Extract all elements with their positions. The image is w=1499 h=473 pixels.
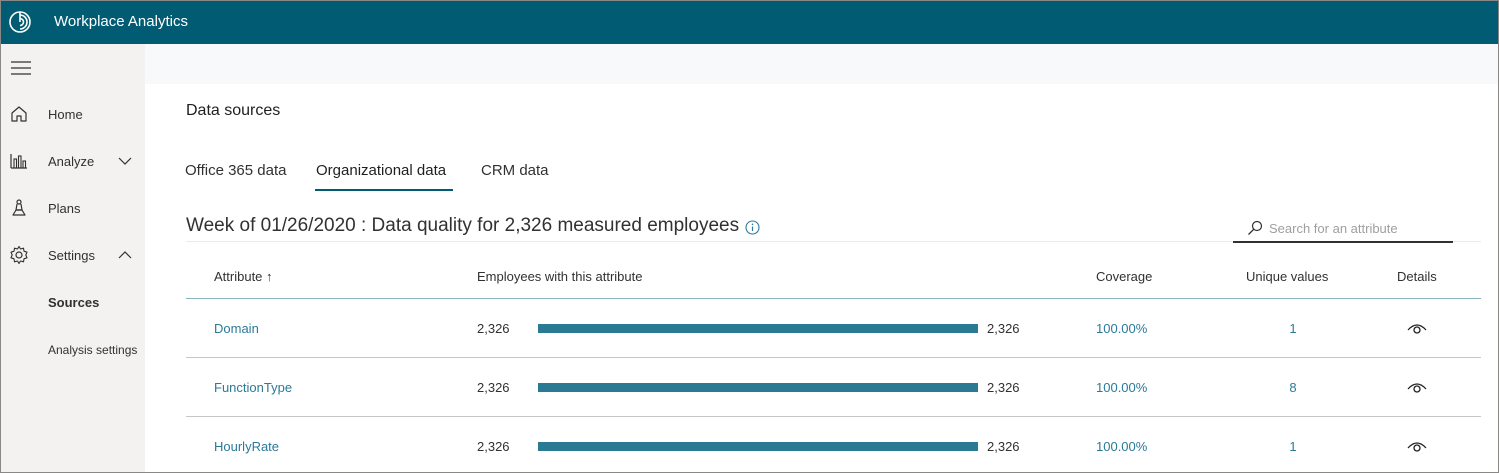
employee-total: 2,326 (987, 321, 1020, 336)
coverage-bar (538, 383, 978, 392)
hamburger-menu-icon[interactable] (11, 61, 31, 75)
page-title: Data sources (186, 102, 281, 119)
column-header-employees: Employees with this attribute (477, 269, 643, 284)
search-input[interactable] (1269, 218, 1449, 238)
sidebar-item-plans[interactable]: Plans (1, 188, 145, 228)
search-box[interactable] (1233, 215, 1453, 243)
active-tab-indicator (315, 189, 453, 191)
eye-icon[interactable] (1407, 381, 1427, 395)
chevron-down-icon (118, 157, 132, 165)
unique-values-count: 1 (1289, 439, 1297, 454)
tab-crm-data[interactable]: CRM data (481, 162, 549, 179)
column-header-unique-values: Unique values (1246, 269, 1329, 284)
coverage-bar-fill (538, 324, 978, 333)
coverage-bar-fill (538, 383, 978, 392)
employee-count: 2,326 (477, 380, 510, 395)
sidebar-item-settings[interactable]: Settings (1, 235, 145, 275)
chevron-up-icon (118, 251, 132, 259)
eye-icon[interactable] (1407, 322, 1427, 336)
top-bar: Workplace Analytics (1, 1, 1498, 44)
plans-icon (12, 199, 26, 216)
employee-total: 2,326 (987, 380, 1020, 395)
sidebar-item-label: Settings (48, 247, 95, 263)
coverage-value: 100.00% (1096, 439, 1148, 454)
column-header-coverage: Coverage (1096, 269, 1153, 284)
table-header-divider (186, 298, 1481, 299)
gear-icon (10, 245, 28, 265)
home-icon (11, 106, 27, 122)
workplace-analytics-logo-icon (9, 11, 31, 33)
employee-count: 2,326 (477, 439, 510, 454)
row-divider (186, 416, 1481, 417)
sidebar: Home Analyze Plans Settings Sources Anal… (1, 44, 145, 472)
unique-values-count: 1 (1289, 321, 1297, 336)
sidebar-item-home[interactable]: Home (1, 94, 145, 134)
unique-values-count: 8 (1289, 380, 1297, 395)
coverage-bar (538, 442, 978, 451)
sidebar-subitem-sources[interactable]: Sources (48, 295, 99, 310)
column-header-details: Details (1397, 269, 1437, 284)
attribute-link[interactable]: HourlyRate (214, 439, 279, 454)
search-icon (1248, 220, 1263, 235)
chart-icon (10, 154, 27, 169)
coverage-bar-fill (538, 442, 978, 451)
employee-total: 2,326 (987, 439, 1020, 454)
coverage-bar (538, 324, 978, 333)
eye-icon[interactable] (1407, 440, 1427, 454)
tab-office-365-data[interactable]: Office 365 data (185, 162, 286, 179)
app-title: Workplace Analytics (54, 13, 188, 30)
coverage-value: 100.00% (1096, 321, 1148, 336)
sidebar-subitem-analysis-settings[interactable]: Analysis settings (48, 343, 137, 357)
data-quality-heading: Week of 01/26/2020 : Data quality for 2,… (186, 215, 740, 236)
tab-organizational-data[interactable]: Organizational data (316, 162, 446, 179)
app-frame: Workplace Analytics Home Analyze Plans S… (0, 0, 1499, 473)
attribute-link[interactable]: Domain (214, 321, 259, 336)
column-header-attribute[interactable]: Attribute ↑ (214, 269, 273, 284)
attribute-link[interactable]: FunctionType (214, 380, 292, 395)
info-icon[interactable] (745, 220, 760, 235)
sidebar-item-label: Plans (48, 200, 81, 216)
employee-count: 2,326 (477, 321, 510, 336)
row-divider (186, 357, 1481, 358)
sidebar-item-analyze[interactable]: Analyze (1, 141, 145, 181)
sidebar-item-label: Home (48, 106, 83, 122)
coverage-value: 100.00% (1096, 380, 1148, 395)
command-bar (145, 44, 1498, 84)
sidebar-item-label: Analyze (48, 153, 95, 169)
